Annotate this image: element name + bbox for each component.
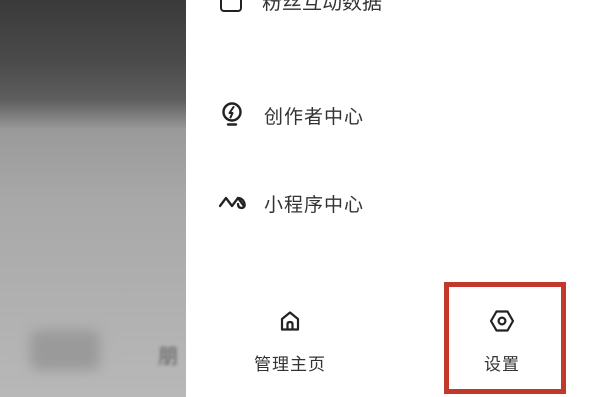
background-partial-text: 朋 [158, 344, 178, 368]
menu-item-creator-center[interactable]: 创作者中心 [216, 95, 364, 135]
background-blurred-tab [30, 330, 100, 370]
background-app: 朋 [0, 0, 200, 397]
creator-center-label: 创作者中心 [264, 105, 365, 128]
gear-icon [487, 306, 517, 336]
side-drawer: 粉丝互动数据 创作者中心 小程序中心 管理主页 设置 [186, 0, 589, 397]
manage-homepage-label: 管理主页 [254, 355, 326, 375]
partial-item-icon [220, 0, 242, 12]
menu-item-mini-program-center[interactable]: 小程序中心 [216, 183, 364, 223]
menu-item-partial[interactable]: 粉丝互动数据 [220, 0, 382, 15]
home-icon [275, 306, 305, 336]
partial-item-label: 粉丝互动数据 [262, 0, 382, 14]
settings-label: 设置 [484, 355, 520, 375]
settings-button[interactable]: 设置 [442, 300, 562, 390]
lightbulb-icon [216, 99, 248, 131]
mini-program-center-label: 小程序中心 [264, 193, 365, 216]
mini-program-icon [216, 187, 248, 219]
manage-homepage-button[interactable]: 管理主页 [230, 300, 350, 390]
